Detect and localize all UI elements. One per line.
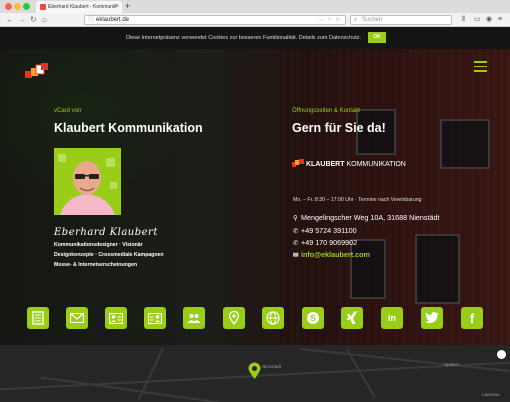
users-icon [187, 313, 201, 323]
xing-icon [346, 311, 357, 324]
brand-logo: KLAUBERT KOMMUNIKATION [292, 159, 406, 169]
search-field[interactable]: ⌕ Suchen [350, 15, 452, 25]
account-icon[interactable]: ◉ [486, 14, 492, 26]
xing-button[interactable] [341, 307, 363, 329]
role-line: Messe- & Internetserscheinungen [54, 262, 138, 268]
brand-logo-icon [292, 159, 304, 167]
email-link[interactable]: info@eklaubert.com [301, 250, 370, 259]
portrait-image [54, 148, 121, 215]
map-pin-icon: ⚲ [293, 215, 298, 222]
phone-icon: ✆ [293, 228, 299, 235]
linkedin-icon: in [388, 313, 396, 323]
map-label-right: Apelern [444, 362, 460, 367]
browser-nav-bar: ← → ↻ ⌂ ⓘ eklaubert.de ··· ♡ ☆ ⌕ Suchen … [0, 13, 510, 27]
cookie-ok-button[interactable]: OK [368, 32, 386, 43]
mobile-line[interactable]: ✆ +49 170 9069902 [293, 238, 357, 247]
map-section[interactable]: Nienstädt Apelern Lauenau [0, 345, 510, 402]
search-icon: ⌕ [354, 17, 358, 23]
brand-name-regular: KOMMUNIKATION [346, 161, 406, 168]
role-line: Kommunikationsdesigner · Visionär [54, 242, 143, 248]
brand-name-bold: KLAUBERT [306, 161, 345, 168]
hamburger-menu-icon[interactable]: ≡ [498, 14, 502, 26]
page-actions-icon[interactable]: ··· ♡ ☆ [317, 16, 341, 24]
social-buttons: S in f [27, 307, 487, 331]
library-icon[interactable]: ⫴ [462, 14, 465, 26]
email-button[interactable] [66, 307, 88, 329]
skype-icon: S [307, 312, 319, 324]
phone-icon: ✆ [293, 240, 299, 247]
map-label-center: Nienstädt [262, 364, 282, 369]
info-icon[interactable]: ⓘ [88, 16, 94, 24]
role-line: Designkonzepte · Crossmediale Kampagnen [54, 252, 164, 258]
phone-text[interactable]: +49 5724 391100 [301, 226, 357, 235]
minimize-window-button[interactable] [14, 3, 21, 10]
contact-card-button[interactable] [105, 307, 127, 329]
hero-section: vCard von Klaubert Kommunikation Eberhar… [0, 49, 510, 345]
mobile-text[interactable]: +49 170 9069902 [301, 238, 357, 247]
search-placeholder: Suchen [362, 17, 383, 23]
document-icon [32, 311, 44, 325]
twitter-icon [425, 312, 439, 324]
tab-title: Eberhard Klaubert - Kommunik [48, 4, 117, 10]
address-card-icon [148, 312, 162, 324]
cookie-text: Diese Internetpräsenz verwendet Cookies … [126, 35, 362, 41]
location-pin-icon [229, 311, 239, 325]
home-icon[interactable]: ⌂ [42, 14, 47, 26]
contact-card-icon [109, 312, 123, 324]
team-button[interactable] [183, 307, 205, 329]
browser-tab-bar: Eberhard Klaubert - Kommunik × + [0, 0, 510, 13]
website-button[interactable] [262, 307, 284, 329]
klaubert-logo-icon[interactable] [25, 63, 49, 79]
address-text: Mengelingscher Weg 10A, 31688 Nienstädt [301, 213, 440, 222]
menu-icon[interactable] [474, 61, 487, 72]
envelope-icon: ✉ [293, 252, 299, 259]
map-marker-icon[interactable] [248, 362, 261, 380]
favicon-icon [40, 4, 46, 10]
facebook-button[interactable]: f [461, 307, 483, 329]
person-name: Eberhard Klaubert [54, 227, 158, 238]
cookie-banner: Diese Internetpräsenz verwendet Cookies … [0, 27, 510, 49]
opening-hours: Mo. – Fr. 8:30 – 17:00 Uhr · Termine nac… [293, 197, 422, 203]
tab-close-icon[interactable]: × [115, 1, 119, 13]
vcard-heading: Klaubert Kommunikation [54, 121, 203, 135]
avatar [54, 148, 121, 215]
mail-icon [70, 313, 84, 323]
map-road [40, 376, 220, 402]
globe-icon [266, 311, 280, 325]
contact-heading: Gern für Sie da! [292, 121, 386, 135]
reload-icon[interactable]: ↻ [30, 14, 37, 26]
contact-label: Öffnungszeiten & Kontakt [292, 108, 360, 114]
url-bar[interactable]: ⓘ eklaubert.de ··· ♡ ☆ [84, 15, 346, 25]
svg-text:S: S [310, 314, 316, 323]
facebook-icon: f [469, 310, 475, 326]
close-window-button[interactable] [5, 3, 12, 10]
map-label-corner: Lauenau [482, 392, 500, 397]
url-text: eklaubert.de [96, 17, 130, 23]
skype-button[interactable]: S [302, 307, 324, 329]
email-line[interactable]: ✉ info@eklaubert.com [293, 250, 370, 259]
maximize-window-button[interactable] [23, 3, 30, 10]
browser-tab[interactable]: Eberhard Klaubert - Kommunik × [36, 1, 122, 13]
linkedin-button[interactable]: in [381, 307, 403, 329]
sidebar-icon[interactable]: ▭ [474, 14, 481, 26]
address-line: ⚲ Mengelingscher Weg 10A, 31688 Nienstädt [293, 213, 440, 222]
twitter-button[interactable] [421, 307, 443, 329]
map-fullscreen-button[interactable] [497, 350, 506, 359]
location-button[interactable] [223, 307, 245, 329]
vcard-label: vCard von [54, 108, 82, 114]
new-tab-button[interactable]: + [125, 0, 130, 13]
phone-line[interactable]: ✆ +49 5724 391100 [293, 226, 357, 235]
vcard-download-button[interactable] [27, 307, 49, 329]
back-arrow-icon[interactable]: ← [6, 14, 14, 26]
forward-arrow-icon[interactable]: → [18, 14, 26, 26]
address-card-button[interactable] [144, 307, 166, 329]
